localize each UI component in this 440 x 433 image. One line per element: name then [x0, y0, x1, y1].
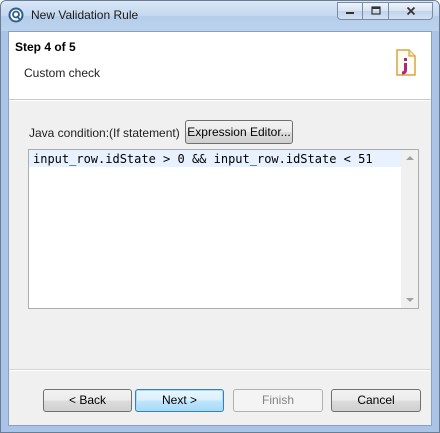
java-condition-editor[interactable]: input_row.idState > 0 && input_row.idSta…	[28, 149, 419, 309]
wizard-header: Step 4 of 5 Custom check	[9, 32, 431, 100]
next-button[interactable]: Next >	[135, 389, 224, 412]
talend-q-icon	[8, 7, 24, 23]
finish-button[interactable]: Finish	[233, 389, 323, 412]
window-title: New Validation Rule	[31, 8, 139, 22]
cancel-button[interactable]: Cancel	[331, 389, 421, 412]
window-controls	[337, 2, 433, 21]
condition-code[interactable]: input_row.idState > 0 && input_row.idSta…	[33, 152, 373, 166]
back-button[interactable]: < Back	[43, 389, 132, 412]
step-title: Step 4 of 5	[15, 40, 76, 54]
code-file-icon	[393, 48, 419, 78]
footer-separator-highlight	[9, 370, 431, 371]
expression-editor-button[interactable]: Expression Editor...	[185, 120, 293, 144]
minimize-button[interactable]	[337, 2, 363, 20]
java-condition-label: Java condition:(If statement)	[29, 126, 180, 140]
vertical-scrollbar[interactable]	[401, 150, 418, 308]
scroll-up-arrow-icon[interactable]	[406, 156, 414, 160]
dialog-body: Step 4 of 5 Custom check Java condition:…	[8, 31, 432, 426]
scroll-down-arrow-icon[interactable]	[406, 298, 414, 302]
header-separator	[9, 100, 431, 101]
title-bar[interactable]: New Validation Rule	[1, 1, 439, 31]
step-description: Custom check	[24, 66, 101, 80]
dialog-window: New Validation Rule Step 4 of 5 Custom c…	[0, 0, 440, 433]
maximize-button[interactable]	[363, 2, 389, 20]
close-button[interactable]	[389, 2, 433, 20]
